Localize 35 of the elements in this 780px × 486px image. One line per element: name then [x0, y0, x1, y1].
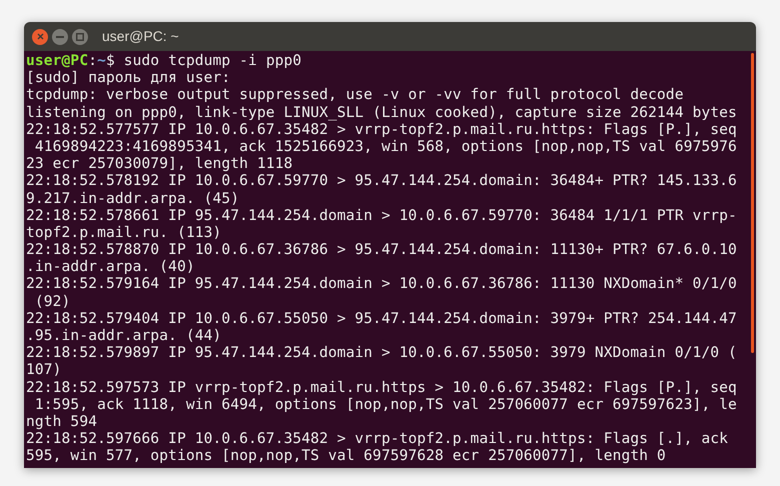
terminal-output-line: .95.in-addr.arpa. (44)	[26, 327, 222, 344]
terminal-output-line: listening on ppp0, link-type LINUX_SLL (Linux cooked), capture size 262144 bytes	[26, 104, 737, 121]
terminal-output-line: [sudo] пароль для user:	[26, 69, 230, 86]
terminal-output-line: 22:18:52.578192 IP 10.0.6.67.59770 > 95.47.144.254.domain: 36484+ PTR? 145.133.6	[26, 172, 737, 190]
minimize-icon	[56, 36, 64, 38]
terminal-output-line: 107)	[26, 361, 62, 378]
terminal-output-line: tcpdump: verbose output suppressed, use -v or -vv for full protocol decode	[26, 86, 684, 104]
terminal-output-line: ngth 594	[26, 412, 98, 430]
window-title: user@PC: ~	[102, 27, 179, 46]
prompt-path: ~	[97, 52, 106, 69]
terminal-output-line: 23 ecr 257030079], length 1118	[26, 155, 293, 172]
terminal-output-line: 22:18:52.577577 IP 10.0.6.67.35482 > vrrp-topf2.p.mail.ru.https: Flags [P.], seq	[26, 120, 737, 138]
terminal-output-line: 22:18:52.579897 IP 95.47.144.254.domain > 10.0.6.67.55050: 3979 NXDomain 0/1/0 (	[26, 344, 737, 362]
terminal-output-line: (92)	[34, 292, 70, 310]
terminal-output-line: .in-addr.arpa. (40)	[26, 258, 195, 276]
terminal-output-line: 4169894223:4169895341, ack 1525166923, win 568, options [nop,nop,TS val 6975976	[34, 138, 737, 155]
terminal-output-line: 22:18:52.578870 IP 10.0.6.67.36786 > 95.47.144.254.domain: 11130+ PTR? 67.6.0.10	[26, 241, 737, 258]
terminal-output-line: topf2.p.mail.ru. (113)	[26, 224, 222, 241]
terminal-output-line: 22:18:52.597666 IP 10.0.6.67.35482 > vrrp-topf2.p.mail.ru.https: Flags [.], ack	[26, 430, 728, 448]
terminal-output-line: 22:18:52.579404 IP 10.0.6.67.55050 > 95.47.144.254.domain: 3979+ PTR? 254.144.47	[26, 310, 737, 327]
prompt-separator: :	[88, 52, 98, 69]
scrollbar-thumb[interactable]	[751, 53, 754, 353]
terminal-output-line: 595, win 577, options [nop,nop,TS val 697597628 ecr 257060077], length 0	[26, 447, 666, 464]
terminal-output-line: 22:18:52.579164 IP 95.47.144.254.domain > 10.0.6.67.36786: 11130 NXDomain* 0/1/0	[26, 275, 737, 292]
prompt-user-host: user@PC	[26, 52, 88, 69]
terminal-output-line: 9.217.in-addr.arpa. (45)	[26, 190, 240, 206]
terminal-output-line: 22:18:52.578661 IP 95.47.144.254.domain > 10.0.6.67.59770: 36484 1/1/1 PTR vrrp-	[26, 206, 737, 224]
minimize-button[interactable]	[52, 28, 68, 44]
command-text: $ sudo tcpdump -i ppp0	[106, 52, 302, 69]
terminal-output-line: 1:595, ack 1118, win 6494, options [nop,nop,TS val 257060077 ecr 697597623], le	[34, 396, 737, 413]
maximize-button[interactable]	[72, 28, 88, 44]
close-icon	[36, 33, 44, 40]
close-button[interactable]	[32, 28, 48, 44]
maximize-icon	[76, 32, 84, 40]
terminal-output-line: 22:18:52.597573 IP vrrp-topf2.p.mail.ru.https > 10.0.6.67.35482: Flags [P.], seq	[26, 378, 737, 396]
